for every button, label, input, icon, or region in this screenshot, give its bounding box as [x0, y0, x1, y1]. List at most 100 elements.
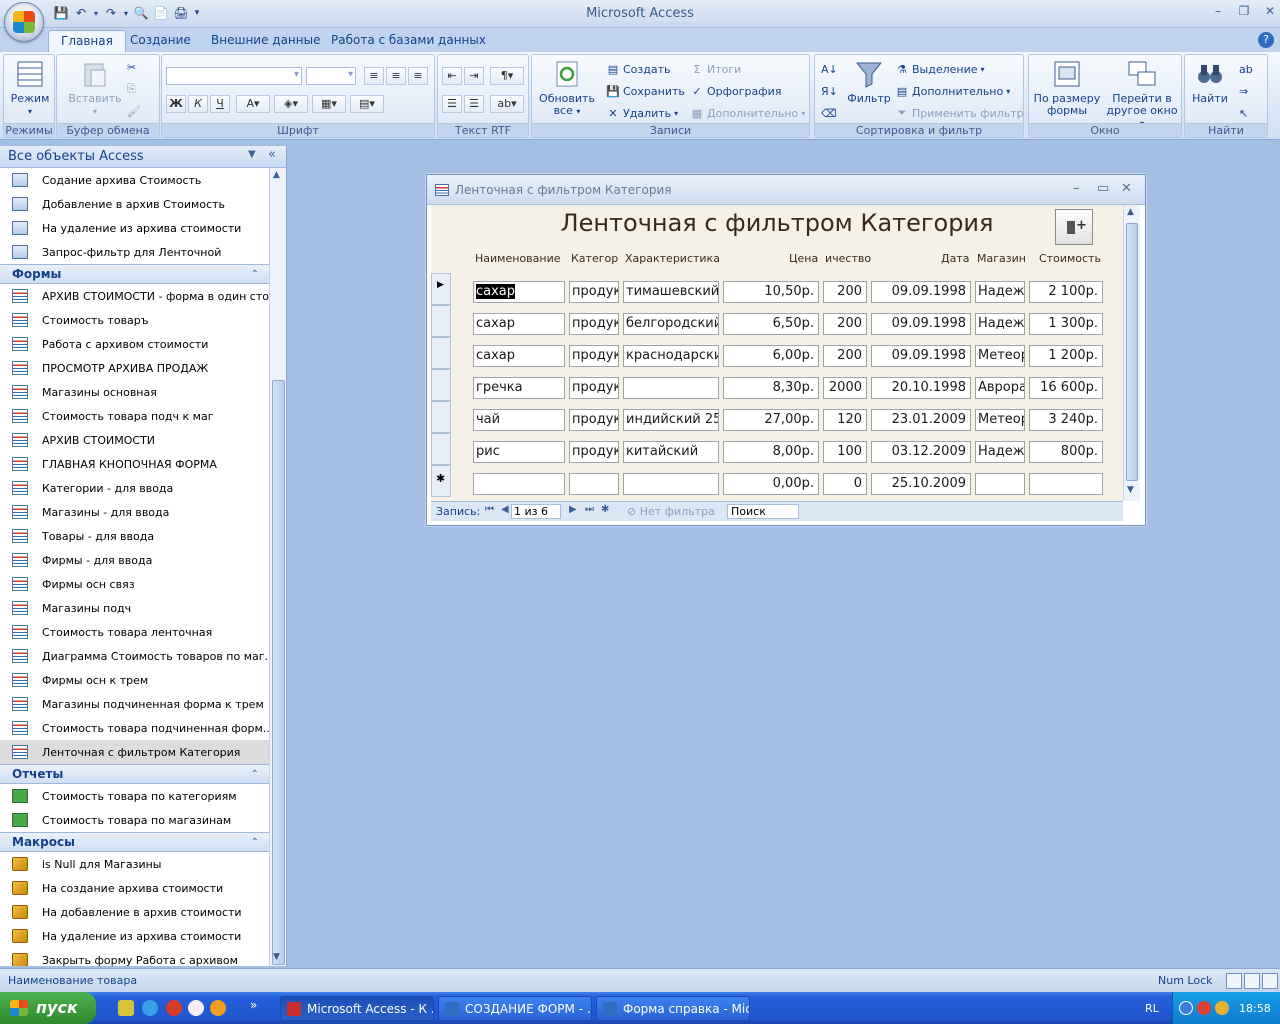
search-field[interactable]: Поиск — [727, 504, 799, 519]
selection-button[interactable]: ⚗ Выделение ▾ — [895, 61, 984, 77]
field-cell[interactable] — [569, 473, 619, 495]
advanced-filter-button[interactable]: ▤ Дополнительно ▾ — [895, 83, 1010, 99]
find-button[interactable]: Найти — [1187, 59, 1233, 105]
ie-icon[interactable] — [142, 1000, 158, 1016]
field-cell[interactable] — [623, 473, 719, 495]
nav-item[interactable]: ГЛАВНАЯ КНОПОЧНАЯ ФОРМА — [0, 452, 269, 476]
field-cell[interactable]: 800р. — [1029, 441, 1103, 463]
nav-item[interactable]: Диаграмма Стоимость товаров по маг... — [0, 644, 269, 668]
tab-home[interactable]: Главная — [48, 30, 126, 52]
field-cell[interactable] — [1029, 473, 1103, 495]
field-cell[interactable]: краснодарский — [623, 345, 719, 367]
minimize-icon[interactable]: – — [1208, 4, 1228, 20]
nav-item[interactable]: На добавление в архив стоимости — [0, 900, 269, 924]
scroll-down-icon[interactable]: ▼ — [1127, 485, 1134, 495]
field-cell[interactable]: индийский 250 — [623, 409, 719, 431]
copy-icon[interactable]: ⎘ — [127, 81, 136, 97]
nav-section-macros[interactable]: Макросы ⌃ — [0, 832, 269, 852]
field-cell[interactable]: продук — [569, 313, 619, 335]
field-cell[interactable]: 120 — [823, 409, 867, 431]
nav-item[interactable]: На создание архива стоимости — [0, 876, 269, 900]
cut-icon[interactable]: ✂ — [127, 59, 136, 75]
nav-item[interactable]: Стоимость товара по магазинам — [0, 808, 269, 832]
maximize-icon[interactable]: ▭ — [1097, 181, 1109, 196]
field-cell[interactable]: продук — [569, 441, 619, 463]
record-selector[interactable] — [431, 305, 451, 337]
nav-scrollbar[interactable]: ▲ ▼ — [269, 168, 286, 966]
field-cell[interactable]: 09.09.1998 — [871, 345, 971, 367]
paragraph-direction-icon[interactable]: ¶▾ — [490, 67, 524, 85]
field-cell[interactable]: тимашевский г — [623, 281, 719, 303]
field-cell[interactable]: 6,50р. — [723, 313, 819, 335]
align-center-icon[interactable]: ≡ — [386, 67, 406, 85]
media-icon[interactable] — [188, 1000, 204, 1016]
nav-item[interactable]: Закрыть форму Работа с архивом — [0, 948, 269, 966]
no-filter-button[interactable]: ⊘ Нет фильтра — [627, 505, 715, 518]
fill-color-icon[interactable]: ◈▾ — [274, 95, 308, 113]
scroll-down-icon[interactable]: ▼ — [273, 952, 280, 962]
field-cell[interactable]: 0 — [823, 473, 867, 495]
field-cell[interactable]: чай — [473, 409, 565, 431]
field-cell[interactable]: 27,00р. — [723, 409, 819, 431]
font-size-combo[interactable] — [306, 67, 356, 85]
decrease-indent-icon[interactable]: ⇤ — [442, 67, 462, 85]
record-position-field[interactable]: 1 из 6 — [511, 504, 561, 519]
field-cell[interactable]: продук — [569, 281, 619, 303]
nav-item[interactable]: Стоимость товара по категориям — [0, 784, 269, 808]
sort-descending-icon[interactable]: Я↓ — [821, 83, 838, 99]
close-icon[interactable]: ✕ — [1121, 181, 1132, 196]
filter-button[interactable]: Фильтр — [847, 59, 891, 105]
form-titlebar[interactable]: Ленточная с фильтром Категория – ▭ ✕ — [427, 175, 1145, 205]
font-name-combo[interactable] — [166, 67, 302, 85]
field-cell[interactable]: 16 600р. — [1029, 377, 1103, 399]
nav-item[interactable]: На удаление из архива стоимости — [0, 216, 269, 240]
collapse-section-icon[interactable]: ⌃ — [251, 269, 259, 280]
new-record-icon[interactable]: ✱ — [601, 504, 609, 515]
nav-item[interactable]: Магазины - для ввода — [0, 500, 269, 524]
view-mode-button[interactable]: Режим ▾ — [8, 59, 52, 118]
refresh-all-button[interactable]: Обновить все ▾ — [536, 59, 598, 118]
maximize-icon[interactable]: ❐ — [1234, 4, 1254, 20]
field-cell[interactable]: 100 — [823, 441, 867, 463]
field-cell[interactable]: сахар — [473, 313, 565, 335]
field-cell[interactable]: белгородский — [623, 313, 719, 335]
field-cell[interactable]: 200 — [823, 281, 867, 303]
field-cell[interactable]: гречка — [473, 377, 565, 399]
switch-window-button[interactable]: Перейти в другое окно ▾ — [1103, 59, 1181, 130]
highlight-icon[interactable]: ab▾ — [490, 95, 524, 113]
nav-item[interactable]: Стоимость товаръ — [0, 308, 269, 332]
collapse-section-icon[interactable]: ⌃ — [251, 769, 259, 780]
nav-item[interactable]: Работа с архивом стоимости — [0, 332, 269, 356]
nav-item[interactable]: is Null для Магазины — [0, 852, 269, 876]
nav-item[interactable]: ПРОСМОТР АРХИВА ПРОДАЖ — [0, 356, 269, 380]
nav-item[interactable]: Стоимость товара подчиненная форм... — [0, 716, 269, 740]
nav-item[interactable]: Магазины подчиненная форма к трем — [0, 692, 269, 716]
next-record-icon[interactable]: ▶ — [569, 504, 577, 515]
field-cell[interactable]: продук — [569, 345, 619, 367]
field-cell[interactable]: 200 — [823, 313, 867, 335]
field-cell[interactable]: 1 300р. — [1029, 313, 1103, 335]
italic-icon[interactable]: К — [188, 95, 208, 113]
field-cell[interactable]: 2 100р. — [1029, 281, 1103, 303]
field-cell[interactable]: Надежд — [975, 281, 1025, 303]
field-cell[interactable]: 09.09.1998 — [871, 281, 971, 303]
nav-section-reports[interactable]: Отчеты ⌃ — [0, 764, 269, 784]
numbering-icon[interactable]: ☰ — [442, 95, 462, 113]
field-cell[interactable]: продук — [569, 409, 619, 431]
record-selector[interactable] — [431, 369, 451, 401]
nav-section-forms[interactable]: Формы ⌃ — [0, 264, 269, 284]
nav-item[interactable]: Категории - для ввода — [0, 476, 269, 500]
field-cell[interactable]: Надежд — [975, 441, 1025, 463]
nav-item[interactable]: Ленточная с фильтром Категория — [0, 740, 269, 764]
new-record-selector[interactable] — [431, 465, 451, 497]
nav-item[interactable]: Магазины основная — [0, 380, 269, 404]
field-cell[interactable]: Метеор — [975, 345, 1025, 367]
totals-button[interactable]: Σ Итоги — [690, 61, 742, 77]
more-quicklaunch-icon[interactable]: » — [250, 998, 257, 1012]
nav-item[interactable]: Фирмы - для ввода — [0, 548, 269, 572]
increase-indent-icon[interactable]: ⇥ — [464, 67, 484, 85]
tab-database-tools[interactable]: Работа с базами данных — [319, 30, 498, 52]
opera-icon[interactable] — [166, 1000, 182, 1016]
design-view-icon[interactable] — [1262, 973, 1278, 989]
fit-form-button[interactable]: По размеру формы — [1033, 59, 1101, 117]
